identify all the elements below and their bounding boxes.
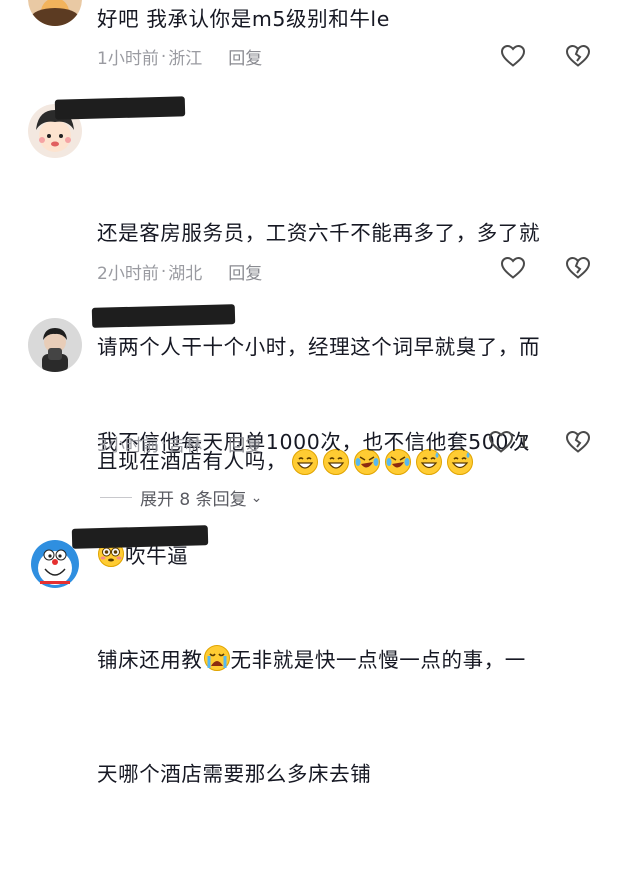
dislike-button[interactable] [565,430,591,454]
comment-time: 3小时前 [97,436,159,456]
reply-button[interactable]: 回复 [228,44,262,69]
heart-icon [488,430,514,453]
username-redacted [91,304,236,328]
avatar[interactable] [28,0,82,26]
comment-time: 1小时前 [97,49,159,69]
username-redacted [54,96,186,120]
avatar[interactable] [28,318,82,372]
chevron-down-icon: ⌄ [250,489,263,506]
like-count: 1 [518,431,530,453]
crying-emoji [203,645,230,671]
comment-location: 湖北 [168,264,203,284]
comment-text: 铺床还用教 无非就是快一点慢一点的事，一 天哪个酒店需要那么多床去铺 [97,565,597,869]
reply-button[interactable]: 回复 [228,431,262,456]
comment-meta: 2小时前 · 湖北 回复 [97,259,262,285]
like-button[interactable] [500,44,526,68]
comment-text-line: 还是客房服务员，工资六千不能再多了，多了就 [97,221,541,245]
broken-heart-icon [565,430,591,453]
dislike-button[interactable] [565,44,591,68]
expand-replies-label: 展开 8 条回复 [140,490,247,510]
heart-icon [500,256,526,279]
comment-meta: 1小时前 · 浙江 回复 [97,44,262,70]
comment-text-line: 天哪个酒店需要那么多床去铺 [97,762,372,786]
like-button[interactable]: 1 [488,430,529,454]
username-redacted [71,525,209,549]
meta-separator: · [160,433,167,454]
comment-text-fragment: 铺床还用教 [97,648,203,672]
expand-replies-button[interactable]: 展开 8 条回复 ⌄ [100,485,262,510]
comment-location: 吉林 [168,436,203,456]
broken-heart-icon [565,256,591,279]
comment-text: 好吧 我承认你是m5级别和牛le [97,7,390,31]
comment-text-line: 铺床还用教 无非就是快一点慢一点的事，一 [97,641,597,679]
meta-separator: · [160,261,167,282]
comment-time: 2小时前 [97,264,159,284]
comment-location: 浙江 [168,49,203,69]
heart-icon [500,44,526,67]
divider-line [100,497,132,498]
comment-meta: 3小时前 · 吉林 回复 [97,431,262,457]
comment-text-fragment: 无非就是快一点慢一点的事，一 [230,648,526,672]
like-button[interactable] [500,256,526,280]
meta-separator: · [160,46,167,67]
dislike-button[interactable] [565,256,591,280]
broken-heart-icon [565,44,591,67]
reply-button[interactable]: 回复 [228,259,262,284]
